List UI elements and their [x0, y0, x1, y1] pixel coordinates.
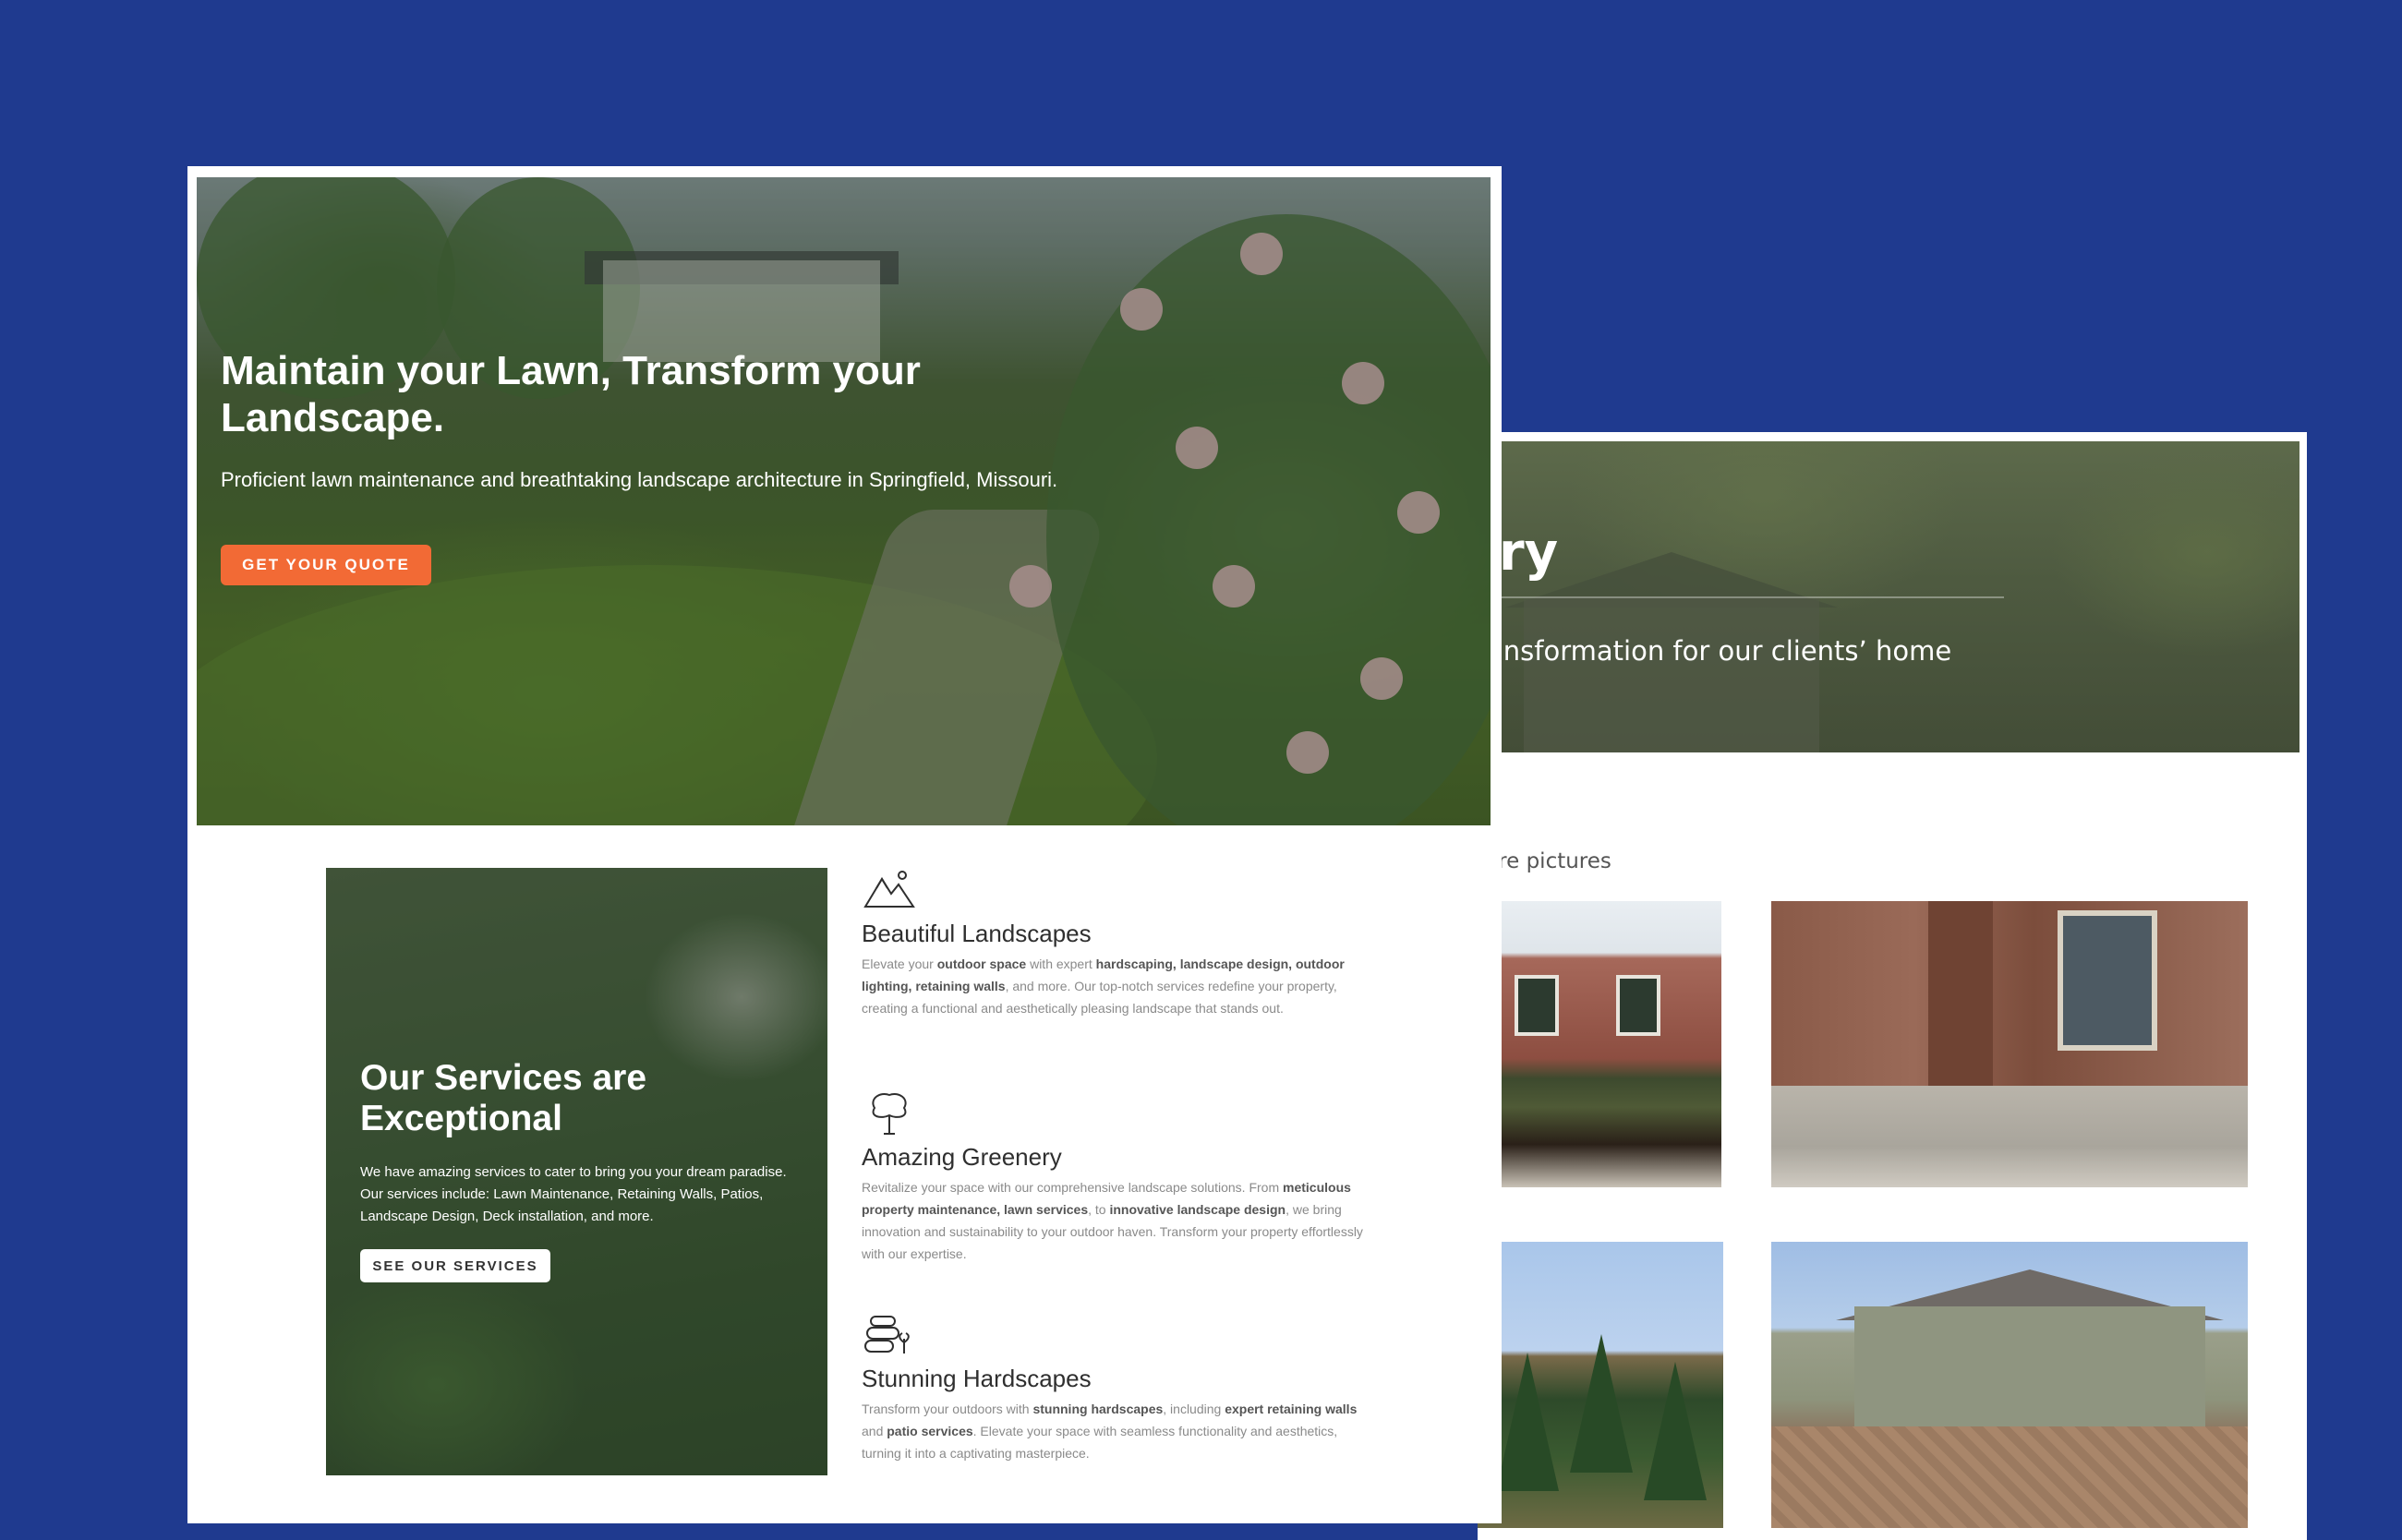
feature-title: Beautiful Landscapes	[862, 920, 1092, 947]
feature-description: Elevate your outdoor space with expert h…	[862, 956, 1345, 1016]
hero-house	[1524, 598, 1819, 752]
services-title: Our Services are Exceptional	[360, 1058, 647, 1138]
feature-description: Revitalize your space with our comprehen…	[862, 1180, 1363, 1261]
hero-title: Maintain your Lawn, Transform your Lands…	[221, 348, 921, 440]
photo-window	[2058, 910, 2157, 1051]
home-page-screenshot: Maintain your Lawn, Transform your Lands…	[187, 166, 1502, 1523]
photo-tree	[1570, 1334, 1633, 1473]
photo-pillar	[1928, 901, 1993, 1095]
gallery-photo-house-brick-front[interactable]	[1478, 901, 1721, 1187]
gallery-photo-house-brick-entry[interactable]	[1771, 901, 2248, 1187]
photo-house	[1854, 1306, 2205, 1445]
gallery-hero: ery ansformation for our clients’ home	[1487, 441, 2299, 752]
gallery-subtitle: ansformation for our clients’ home	[1487, 635, 1952, 667]
hero-subtitle: Proficient lawn maintenance and breathta…	[221, 468, 1058, 491]
services-panel: Our Services are Exceptional We have ama…	[326, 868, 827, 1475]
tree-icon	[872, 1093, 907, 1135]
photo-patio	[1771, 1426, 2248, 1528]
feature-title: Amazing Greenery	[862, 1143, 1062, 1171]
gallery-photo-house-paver-patio[interactable]	[1771, 1242, 2248, 1528]
photo-tree	[1644, 1362, 1707, 1500]
feature-amazing-greenery: Amazing Greenery Revitalize your space w…	[862, 1089, 1379, 1265]
get-quote-button[interactable]: GET YOUR QUOTE	[221, 545, 431, 585]
feature-description: Transform your outdoors with stunning ha…	[862, 1402, 1358, 1461]
services-description: We have amazing services to cater to bri…	[360, 1164, 787, 1224]
gallery-photo-evergreen-trees[interactable]	[1478, 1242, 1723, 1528]
photo-window	[1515, 975, 1559, 1036]
stones-plant-icon	[864, 1316, 910, 1354]
feature-title: Stunning Hardscapes	[862, 1365, 1092, 1392]
photo-gravel	[1771, 1086, 2248, 1187]
photo-window	[1616, 975, 1660, 1036]
see-services-button[interactable]: SEE OUR SERVICES	[360, 1249, 550, 1282]
mountains-icon	[863, 871, 915, 908]
home-hero: Maintain your Lawn, Transform your Lands…	[197, 177, 1491, 825]
gallery-title-divider	[1487, 596, 2004, 598]
photo-tree	[1496, 1353, 1559, 1491]
gallery-page-screenshot: ery ansformation for our clients’ home f…	[1478, 432, 2307, 1540]
feature-beautiful-landscapes: Beautiful Landscapes Elevate your outdoo…	[862, 866, 1379, 1019]
hero-dark-overlay	[197, 177, 1491, 825]
feature-stunning-hardscapes: Stunning Hardscapes Transform your outdo…	[862, 1311, 1379, 1464]
